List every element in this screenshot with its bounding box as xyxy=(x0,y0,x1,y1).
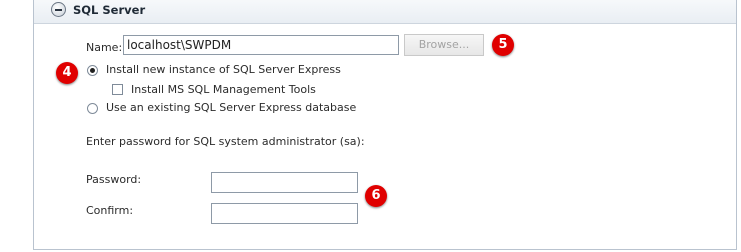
panel-title: SQL Server xyxy=(73,3,146,17)
install-tools-checkbox[interactable] xyxy=(112,84,123,95)
panel-header: SQL Server xyxy=(34,0,736,24)
confirm-label: Confirm: xyxy=(86,204,134,217)
callout-badge: 4 xyxy=(56,62,78,84)
confirm-input[interactable] xyxy=(211,203,358,224)
browse-button[interactable]: Browse... xyxy=(404,34,484,56)
password-input[interactable] xyxy=(211,172,358,193)
callout-badge: 6 xyxy=(365,185,387,207)
use-existing-radio[interactable] xyxy=(87,103,98,114)
name-label: Name: xyxy=(86,41,123,54)
password-prompt: Enter password for SQL system administra… xyxy=(86,135,365,148)
password-label: Password: xyxy=(86,173,142,186)
install-new-radio[interactable] xyxy=(87,65,98,76)
install-tools-label: Install MS SQL Management Tools xyxy=(131,83,316,96)
install-new-label: Install new instance of SQL Server Expre… xyxy=(106,63,341,76)
callout-badge: 5 xyxy=(492,34,514,56)
minus-circle-icon[interactable] xyxy=(51,2,66,17)
use-existing-label: Use an existing SQL Server Express datab… xyxy=(106,101,357,114)
server-name-input[interactable] xyxy=(123,35,399,55)
